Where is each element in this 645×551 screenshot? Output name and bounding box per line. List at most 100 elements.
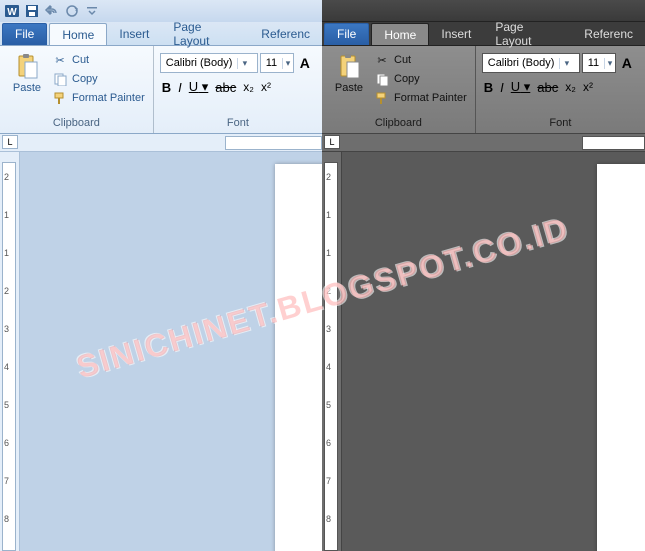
grow-font-button[interactable]: A (618, 55, 632, 71)
tab-references[interactable]: Referenc (572, 22, 645, 45)
page[interactable] (597, 164, 645, 551)
cut-icon: ✂ (374, 52, 390, 68)
paste-label: Paste (13, 82, 41, 94)
copy-button[interactable]: Copy (374, 71, 467, 87)
ruler-tick: 5 (326, 400, 331, 410)
tab-insert[interactable]: Insert (429, 22, 483, 45)
paste-icon (335, 52, 363, 80)
tab-home[interactable]: Home (371, 23, 429, 45)
paste-button[interactable]: Paste (6, 48, 48, 117)
workspace: 21123456789 (0, 152, 322, 551)
chevron-down-icon: ▾ (282, 58, 293, 69)
tab-file[interactable]: File (2, 23, 47, 45)
paste-label: Paste (335, 82, 363, 94)
format-painter-button[interactable]: Format Painter (52, 90, 145, 106)
ruler-tick: 1 (4, 248, 9, 258)
ribbon-tabs: File Home Insert Page Layout Referenc (322, 22, 645, 46)
strike-button[interactable]: abc (537, 80, 558, 95)
group-label-font: Font (482, 117, 639, 133)
workspace: 21123456789 (322, 152, 645, 551)
group-font: Calibri (Body)▾ 11▾ A B I U ▾ abc x₂ x² … (154, 46, 322, 133)
ribbon-tabs: File Home Insert Page Layout Referenc (0, 22, 322, 46)
font-name-combo[interactable]: Calibri (Body)▾ (160, 53, 258, 73)
ruler-tick: 3 (4, 324, 9, 334)
strike-button[interactable]: abc (215, 80, 236, 95)
bold-button[interactable]: B (162, 80, 171, 95)
ruler-tick: 2 (326, 172, 331, 182)
tab-insert[interactable]: Insert (107, 22, 161, 45)
group-label-clipboard: Clipboard (6, 117, 147, 133)
ruler-tick: 2 (4, 286, 9, 296)
page[interactable] (275, 164, 322, 551)
underline-button[interactable]: U ▾ (189, 79, 209, 95)
cut-icon: ✂ (52, 52, 68, 68)
copy-icon (52, 71, 68, 87)
italic-button[interactable]: I (500, 80, 504, 95)
word-window-light-theme: W File Home Insert Page Layout Referenc … (0, 0, 322, 551)
group-clipboard: Paste ✂Cut Copy Format Painter Clipboard (322, 46, 476, 133)
save-icon[interactable] (24, 3, 40, 19)
group-label-clipboard: Clipboard (328, 117, 469, 133)
cut-button[interactable]: ✂Cut (374, 52, 467, 68)
ruler-tick: 5 (4, 400, 9, 410)
tab-selector[interactable]: L (324, 135, 340, 149)
ruler-tick: 6 (4, 438, 9, 448)
format-painter-button[interactable]: Format Painter (374, 90, 467, 106)
chevron-down-icon: ▾ (604, 58, 615, 69)
cut-button[interactable]: ✂Cut (52, 52, 145, 68)
font-name-combo[interactable]: Calibri (Body)▾ (482, 53, 580, 73)
ruler-tick: 1 (326, 210, 331, 220)
ruler-tick: 7 (326, 476, 331, 486)
superscript-button[interactable]: x² (261, 80, 271, 94)
format-painter-icon (52, 90, 68, 106)
ruler-vertical[interactable]: 21123456789 (322, 152, 342, 551)
svg-text:W: W (7, 7, 17, 18)
copy-icon (374, 71, 390, 87)
ruler-tick: 8 (326, 514, 331, 524)
ruler-horizontal: L (0, 134, 322, 152)
font-size-combo[interactable]: 11▾ (582, 53, 616, 73)
tab-page-layout[interactable]: Page Layout (161, 22, 249, 45)
tab-home[interactable]: Home (49, 23, 107, 45)
ruler-tick: 1 (4, 210, 9, 220)
copy-button[interactable]: Copy (52, 71, 145, 87)
chevron-down-icon: ▾ (237, 58, 251, 69)
ruler-tick: 2 (326, 286, 331, 296)
title-bar (322, 0, 645, 22)
grow-font-button[interactable]: A (296, 55, 310, 71)
ruler-tick: 4 (4, 362, 9, 372)
font-size-combo[interactable]: 11▾ (260, 53, 294, 73)
bold-button[interactable]: B (484, 80, 493, 95)
group-label-font: Font (160, 117, 316, 133)
word-window-dark-theme: File Home Insert Page Layout Referenc Pa… (322, 0, 645, 551)
ruler-tick: 8 (4, 514, 9, 524)
ruler-h-strip[interactable] (582, 136, 645, 150)
superscript-button[interactable]: x² (583, 80, 593, 94)
italic-button[interactable]: I (178, 80, 182, 95)
tab-page-layout[interactable]: Page Layout (483, 22, 572, 45)
tab-selector[interactable]: L (2, 135, 18, 149)
document-canvas[interactable] (20, 152, 322, 551)
group-clipboard: Paste ✂Cut Copy Format Painter Clipboard (0, 46, 154, 133)
qat-customize-icon[interactable] (84, 3, 100, 19)
subscript-button[interactable]: x₂ (565, 80, 576, 94)
ruler-tick: 2 (4, 172, 9, 182)
ruler-tick: 1 (326, 248, 331, 258)
document-canvas[interactable] (342, 152, 645, 551)
tab-references[interactable]: Referenc (249, 22, 322, 45)
word-app-icon: W (4, 3, 20, 19)
undo-icon[interactable] (44, 3, 60, 19)
subscript-button[interactable]: x₂ (243, 80, 254, 94)
paste-icon (13, 52, 41, 80)
ruler-h-strip[interactable] (225, 136, 322, 150)
underline-button[interactable]: U ▾ (511, 79, 531, 95)
tab-file[interactable]: File (324, 23, 369, 45)
group-font: Calibri (Body)▾ 11▾ A B I U ▾ abc x₂ x² … (476, 46, 645, 133)
redo-icon[interactable] (64, 3, 80, 19)
ruler-vertical[interactable]: 21123456789 (0, 152, 20, 551)
chevron-down-icon: ▾ (559, 58, 573, 69)
format-painter-icon (374, 90, 390, 106)
ruler-tick: 4 (326, 362, 331, 372)
paste-button[interactable]: Paste (328, 48, 370, 117)
ruler-tick: 6 (326, 438, 331, 448)
